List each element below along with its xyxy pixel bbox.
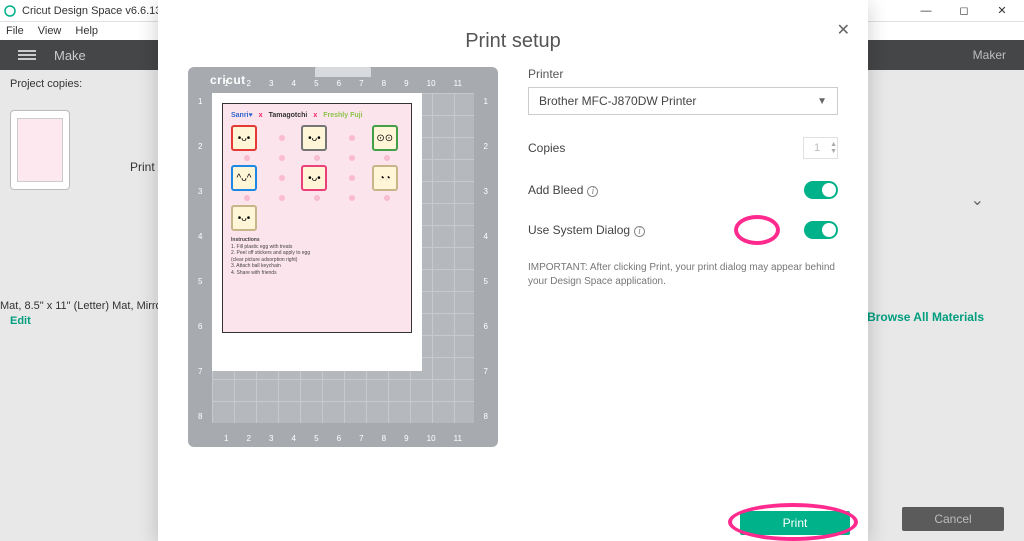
ruler-bottom: 1234567891011 [224, 434, 462, 443]
menu-view[interactable]: View [38, 25, 62, 37]
design-artwork: Sanri♥ x Tamagotchi x Freshly Fuji •ᴗ• •… [222, 103, 412, 333]
important-note: IMPORTANT: After clicking Print, your pr… [528, 261, 838, 289]
mat-tab [315, 67, 371, 77]
modal-title: Print setup [158, 30, 868, 53]
print-label: Print [130, 160, 155, 174]
titlebar-left: Cricut Design Space v6.6.134 [4, 5, 168, 17]
design-brand-row: Sanri♥ x Tamagotchi x Freshly Fuji [231, 112, 403, 119]
system-dialog-label: Use System Dialogi [528, 223, 645, 237]
spinner-icon[interactable]: ▲▼ [830, 141, 837, 155]
printer-label: Printer [528, 67, 838, 81]
print-button[interactable]: Print [740, 511, 850, 535]
printable-page: Sanri♥ x Tamagotchi x Freshly Fuji •ᴗ• •… [212, 93, 422, 371]
titlebar-controls: — ◻ ✕ [908, 1, 1020, 21]
browse-materials-link[interactable]: Browse All Materials [867, 310, 984, 324]
printer-select[interactable]: Brother MFC-J870DW Printer ▼ [528, 87, 838, 115]
copies-stepper[interactable]: 1 ▲▼ [803, 137, 838, 159]
mat-thumbnail[interactable] [10, 110, 70, 190]
ruler-top: 1234567891011 [224, 79, 462, 88]
copies-value: 1 [804, 138, 830, 158]
window-title: Cricut Design Space v6.6.134 [22, 5, 168, 17]
mat-preview: cricut 1234567891011 12345678 12345678 1… [188, 67, 498, 447]
annotation-circle [734, 215, 780, 245]
character-grid: •ᴗ• •ᴗ• ⊙⊙ ^ᴗ^ •ᴗ• ◔◔ •ᴗ• [231, 125, 403, 231]
make-label[interactable]: Make [54, 48, 86, 63]
character-icon: •ᴗ• [231, 205, 257, 231]
cricut-logo-icon [4, 5, 16, 17]
ruler-right: 12345678 [484, 97, 488, 421]
minimize-button[interactable]: — [908, 1, 944, 21]
character-icon: ^ᴗ^ [231, 165, 257, 191]
menu-file[interactable]: File [6, 25, 24, 37]
copies-label: Copies [528, 141, 565, 155]
close-icon[interactable]: ✕ [837, 20, 850, 40]
cancel-button-bg[interactable]: Cancel [902, 507, 1004, 531]
mat-panel [10, 110, 70, 198]
menu-help[interactable]: Help [75, 25, 98, 37]
maker-label: Maker [973, 48, 1006, 62]
close-window-button[interactable]: ✕ [984, 1, 1020, 21]
edit-link[interactable]: Edit [10, 315, 31, 327]
character-icon: ⊙⊙ [372, 125, 398, 151]
printer-value: Brother MFC-J870DW Printer [539, 94, 696, 108]
character-icon: •ᴗ• [301, 165, 327, 191]
system-dialog-row: Use System Dialogi [528, 221, 838, 239]
copies-row: Copies 1 ▲▼ [528, 137, 838, 159]
modal-footer: Print [740, 511, 850, 535]
info-icon[interactable]: i [587, 186, 598, 197]
print-options: Printer Brother MFC-J870DW Printer ▼ Cop… [528, 67, 838, 447]
character-icon: •ᴗ• [301, 125, 327, 151]
chevron-down-icon[interactable]: ⌄ [971, 190, 984, 210]
ruler-left: 12345678 [198, 97, 202, 421]
add-bleed-label: Add Bleedi [528, 183, 598, 197]
system-dialog-toggle[interactable] [804, 221, 838, 239]
character-icon: •ᴗ• [231, 125, 257, 151]
character-icon: ◔◔ [372, 165, 398, 191]
info-icon[interactable]: i [634, 226, 645, 237]
add-bleed-row: Add Bleedi [528, 181, 838, 199]
maximize-button[interactable]: ◻ [946, 1, 982, 21]
instructions: Instructions 1. Fill plastic egg with tr… [231, 237, 403, 276]
add-bleed-toggle[interactable] [804, 181, 838, 199]
caret-down-icon: ▼ [817, 96, 827, 107]
hamburger-icon[interactable] [18, 48, 36, 62]
mat-description: Mat, 8.5" x 11" (Letter) Mat, Mirro [0, 300, 162, 312]
print-setup-modal: ✕ Print setup cricut 1234567891011 12345… [158, 0, 868, 541]
